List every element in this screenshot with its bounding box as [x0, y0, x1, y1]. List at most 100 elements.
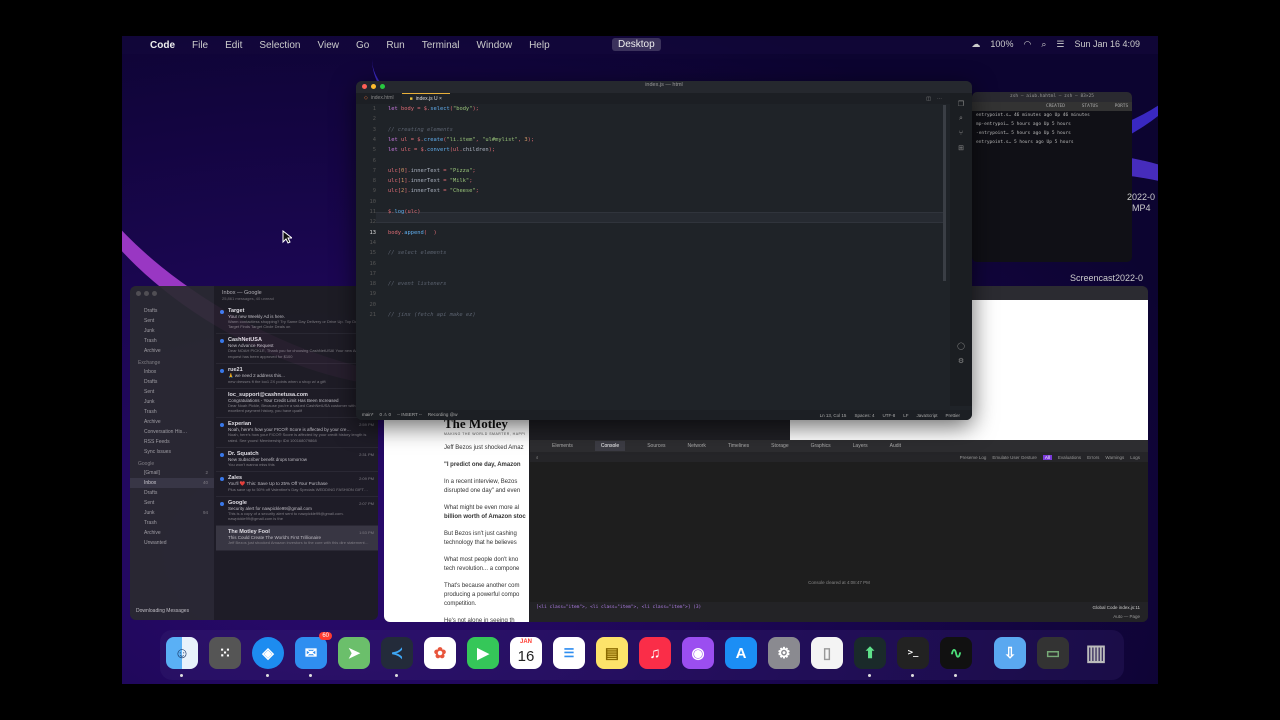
- sidebar-mailbox[interactable]: Inbox: [130, 367, 214, 377]
- console-filter-option[interactable]: Preserve Log: [960, 455, 987, 460]
- mail-window[interactable]: Drafts Sent Junk Trash Archive Exchange Inbox D…: [130, 286, 378, 620]
- devtools-tab-timelines[interactable]: Timelines: [728, 443, 749, 449]
- explorer-icon[interactable]: ❐: [950, 100, 972, 108]
- sidebar-mailbox[interactable]: [Gmail] 2: [130, 468, 214, 478]
- clock[interactable]: Sun Jan 16 4:09: [1074, 39, 1140, 50]
- console-filter-option[interactable]: All: [1042, 454, 1052, 460]
- sidebar-mailbox[interactable]: Drafts: [130, 377, 214, 387]
- code-line[interactable]: ulc[2].innerText = "Cheese";: [388, 188, 479, 194]
- message-item[interactable]: Google 2:07 PM Security alert for nawpickl…: [216, 497, 378, 527]
- search-icon[interactable]: ⌕: [1041, 39, 1046, 50]
- cloud-icon[interactable]: ☁: [971, 39, 980, 50]
- desktop-stack-icon[interactable]: ▭: [1037, 637, 1069, 669]
- console-context[interactable]: Auto — Page: [1113, 614, 1140, 619]
- podcasts-icon[interactable]: ◉: [682, 637, 714, 669]
- sidebar-mailbox[interactable]: Trash: [130, 518, 214, 528]
- prettier-status[interactable]: Prettier: [945, 413, 960, 418]
- settings-gear-icon[interactable]: ⚙: [950, 357, 972, 365]
- account-icon[interactable]: ◯: [950, 342, 972, 350]
- facetime-icon[interactable]: ▶: [467, 637, 499, 669]
- console-filter-option[interactable]: Warnings: [1105, 455, 1124, 460]
- code-line[interactable]: // select elements: [388, 250, 446, 256]
- menu-app[interactable]: Code: [150, 40, 175, 51]
- devtools-tab-audit[interactable]: Audit: [890, 443, 901, 449]
- mail-icon[interactable]: ✉ 60: [295, 632, 332, 669]
- notes-icon[interactable]: ▤: [596, 637, 628, 669]
- calendar-icon[interactable]: JAN 16: [510, 637, 542, 669]
- code-line[interactable]: ulc[0].innerText = "Pizza";: [388, 168, 476, 174]
- sidebar-mailbox[interactable]: Junk: [130, 326, 214, 336]
- split-editor-icon[interactable]: ◫: [926, 96, 931, 102]
- tab-index-html[interactable]: ◇ index.html: [356, 93, 402, 104]
- console-filter-option[interactable]: Logs: [1130, 455, 1140, 460]
- sidebar-mailbox[interactable]: Sync Issues: [130, 447, 214, 457]
- code-line[interactable]: ulc[1].innerText = "Milk";: [388, 178, 472, 184]
- sidebar-mailbox[interactable]: Drafts: [130, 306, 214, 316]
- sidebar-mailbox[interactable]: Sent: [130, 498, 214, 508]
- screencast-icon[interactable]: ⬆: [854, 637, 886, 669]
- terminal-window[interactable]: zsh — aiub.hahtml — zsh — 83×25 CREATED …: [972, 92, 1132, 262]
- code-line[interactable]: let ul = $.create("li.item", "ul#mylist"…: [388, 137, 534, 143]
- activity-monitor-icon[interactable]: ∿: [940, 637, 972, 669]
- close-tab-icon[interactable]: ×: [439, 96, 442, 102]
- cursor-position[interactable]: Ln 13, Col 15: [820, 413, 847, 418]
- sidebar-mailbox[interactable]: Sent: [130, 387, 214, 397]
- problems-count[interactable]: 0 ⚠ 0: [380, 412, 392, 418]
- line-ending[interactable]: LF: [903, 413, 908, 418]
- downloads-icon[interactable]: ⇩: [994, 637, 1026, 669]
- console-filter-option[interactable]: Emulate User Gesture: [992, 455, 1037, 460]
- code-line[interactable]: let ulc = $.convert(ul.children);: [388, 147, 495, 153]
- message-item[interactable]: CashNetUSA New Advance Request Dear NOAH P…: [216, 334, 378, 364]
- console-filter-option[interactable]: Evaluations: [1058, 455, 1081, 460]
- menu-run[interactable]: Run: [386, 40, 404, 51]
- desktop-file-label[interactable]: 2022-0: [1127, 192, 1155, 202]
- vscode-window[interactable]: index.js — html ◇ index.html ■ index.js U …: [356, 81, 972, 420]
- maps-icon[interactable]: ➤: [338, 637, 370, 669]
- desktop-file-label[interactable]: MP4: [1132, 203, 1151, 213]
- sidebar-mailbox[interactable]: Drafts: [130, 488, 214, 498]
- more-actions-icon[interactable]: ⋯: [937, 96, 942, 102]
- tab-index-js[interactable]: ■ index.js U ×: [401, 92, 450, 105]
- menu-terminal[interactable]: Terminal: [422, 40, 460, 51]
- vscode-icon[interactable]: ≺: [381, 637, 413, 669]
- devtools-tab-console[interactable]: Console: [594, 441, 626, 451]
- music-icon[interactable]: ♫: [639, 637, 671, 669]
- reminders-icon[interactable]: ☰: [553, 637, 585, 669]
- trash-icon[interactable]: ▥: [1080, 637, 1112, 669]
- message-item[interactable]: rue21 🙏 we need 2 address this... new dres…: [216, 364, 378, 389]
- console-filter-option[interactable]: Errors: [1087, 455, 1099, 460]
- indentation[interactable]: Spaces: 4: [854, 413, 874, 418]
- message-item[interactable]: Zales 2:09 PM You'll ❤️ This: Save Up to 2…: [216, 472, 378, 498]
- sidebar-mailbox[interactable]: Junk 94: [130, 508, 214, 518]
- message-item[interactable]: Dr. Squatch 2:31 PM New Subscriber benefit…: [216, 448, 378, 472]
- devtools-tab-graphics[interactable]: Graphics: [811, 443, 831, 449]
- message-list[interactable]: Inbox — Google 25,861 messages, 40 unrea…: [216, 286, 378, 620]
- extensions-icon[interactable]: ⊞: [950, 144, 972, 152]
- code-line[interactable]: body.append( ): [388, 230, 437, 236]
- settings-icon[interactable]: ⚙: [768, 637, 800, 669]
- battery-label[interactable]: 100%: [990, 39, 1013, 50]
- source-control-icon[interactable]: ⑂: [950, 130, 972, 137]
- launchpad-icon[interactable]: ⁙: [209, 637, 241, 669]
- menu-go[interactable]: Go: [356, 40, 369, 51]
- message-item[interactable]: The Motley Fool 1:53 PM This Could Create …: [216, 526, 378, 551]
- console-log-line[interactable]: [<li class="item">, <li class="item">, <…: [530, 602, 1148, 613]
- git-branch[interactable]: main*: [362, 412, 374, 418]
- sidebar-mailbox[interactable]: Sent: [130, 316, 214, 326]
- devtools-tab-layers[interactable]: Layers: [853, 443, 868, 449]
- menu-help[interactable]: Help: [529, 40, 550, 51]
- code-editor[interactable]: 1 let body = $.select("body"); 2 3 // creati…: [356, 104, 946, 406]
- sidebar-mailbox[interactable]: Inbox 40: [130, 478, 214, 488]
- editor-scrollbar[interactable]: [943, 105, 946, 281]
- sidebar-mailbox[interactable]: Junk: [130, 397, 214, 407]
- sidebar-mailbox[interactable]: Trash: [130, 407, 214, 417]
- console-source[interactable]: Global Code index.js:11: [1093, 605, 1140, 610]
- devtools-tab-storage[interactable]: Storage: [771, 443, 789, 449]
- sidebar-mailbox[interactable]: Unwanted: [130, 538, 214, 548]
- menu-file[interactable]: File: [192, 40, 208, 51]
- terminal-icon[interactable]: >_: [897, 637, 929, 669]
- message-item[interactable]: loc_support@cashnetusa.com Congratulation…: [216, 389, 378, 419]
- menu-selection[interactable]: Selection: [259, 40, 300, 51]
- code-line[interactable]: // creating elements: [388, 127, 453, 133]
- code-line[interactable]: // event listeners: [388, 281, 446, 287]
